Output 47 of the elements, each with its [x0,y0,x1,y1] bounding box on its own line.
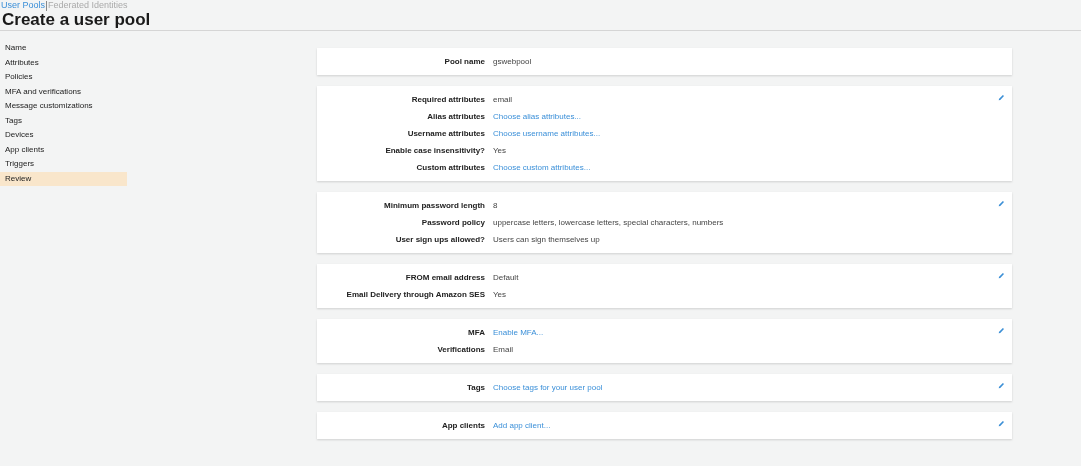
field-label: App clients [441,421,485,430]
field-label: FROM email address [405,273,485,282]
field-value: gswebpool [493,57,532,66]
sidebar-item[interactable]: MFA and verifications [0,84,127,99]
sidebar-item[interactable]: Policies [0,70,127,85]
field-value: uppercase letters, lowercase letters, special characters, numbers [493,218,724,227]
field-label: Verifications [437,345,485,354]
field-label: Password policy [421,218,485,227]
field-label: MFA [468,328,485,337]
field-label: Pool name [444,57,485,66]
field-value: Yes [493,146,507,155]
sidebar-item[interactable]: Attributes [0,55,127,70]
field-label: Email Delivery through Amazon SES [346,290,485,299]
sidebar-item[interactable]: App clients [0,142,127,157]
page-title: Create a user pool [1,11,151,29]
field-value: 8 [493,201,498,210]
edit-icon[interactable] [998,272,1005,279]
value-link[interactable]: Enable MFA... [493,328,544,337]
value-link[interactable]: Choose custom attributes... [493,163,591,172]
field-value: Users can sign themselves up [493,235,600,244]
field-label: Required attributes [411,95,485,104]
field-label: Minimum password length [384,201,485,210]
edit-icon[interactable] [998,200,1005,207]
sidebar-item[interactable]: Review [0,171,127,186]
sidebar-item[interactable]: Devices [0,128,127,143]
field-value: Email [493,345,513,354]
edit-icon[interactable] [998,420,1005,427]
field-label: Username attributes [407,129,485,138]
sidebar-item[interactable]: Tags [0,113,127,128]
field-value: email [493,95,513,104]
sidebar-item[interactable]: Message customizations [0,99,127,114]
edit-icon[interactable] [998,327,1005,334]
field-label: Enable case insensitivity? [385,146,485,155]
field-value: Yes [493,290,507,299]
sidebar-item[interactable]: Name [0,41,127,56]
edit-icon[interactable] [998,382,1005,389]
value-link[interactable]: Choose alias attributes... [493,112,582,121]
field-label: Custom attributes [416,163,485,172]
sidebar-item[interactable]: Triggers [0,157,127,172]
field-label: Alias attributes [427,112,485,121]
field-value: Default [493,273,519,282]
field-label: User sign ups allowed? [395,235,485,244]
edit-icon[interactable] [998,94,1005,101]
value-link[interactable]: Choose username attributes... [493,129,601,138]
value-link[interactable]: Add app client... [493,421,551,430]
value-link[interactable]: Choose tags for your user pool [493,383,603,392]
field-label: Tags [466,383,485,392]
